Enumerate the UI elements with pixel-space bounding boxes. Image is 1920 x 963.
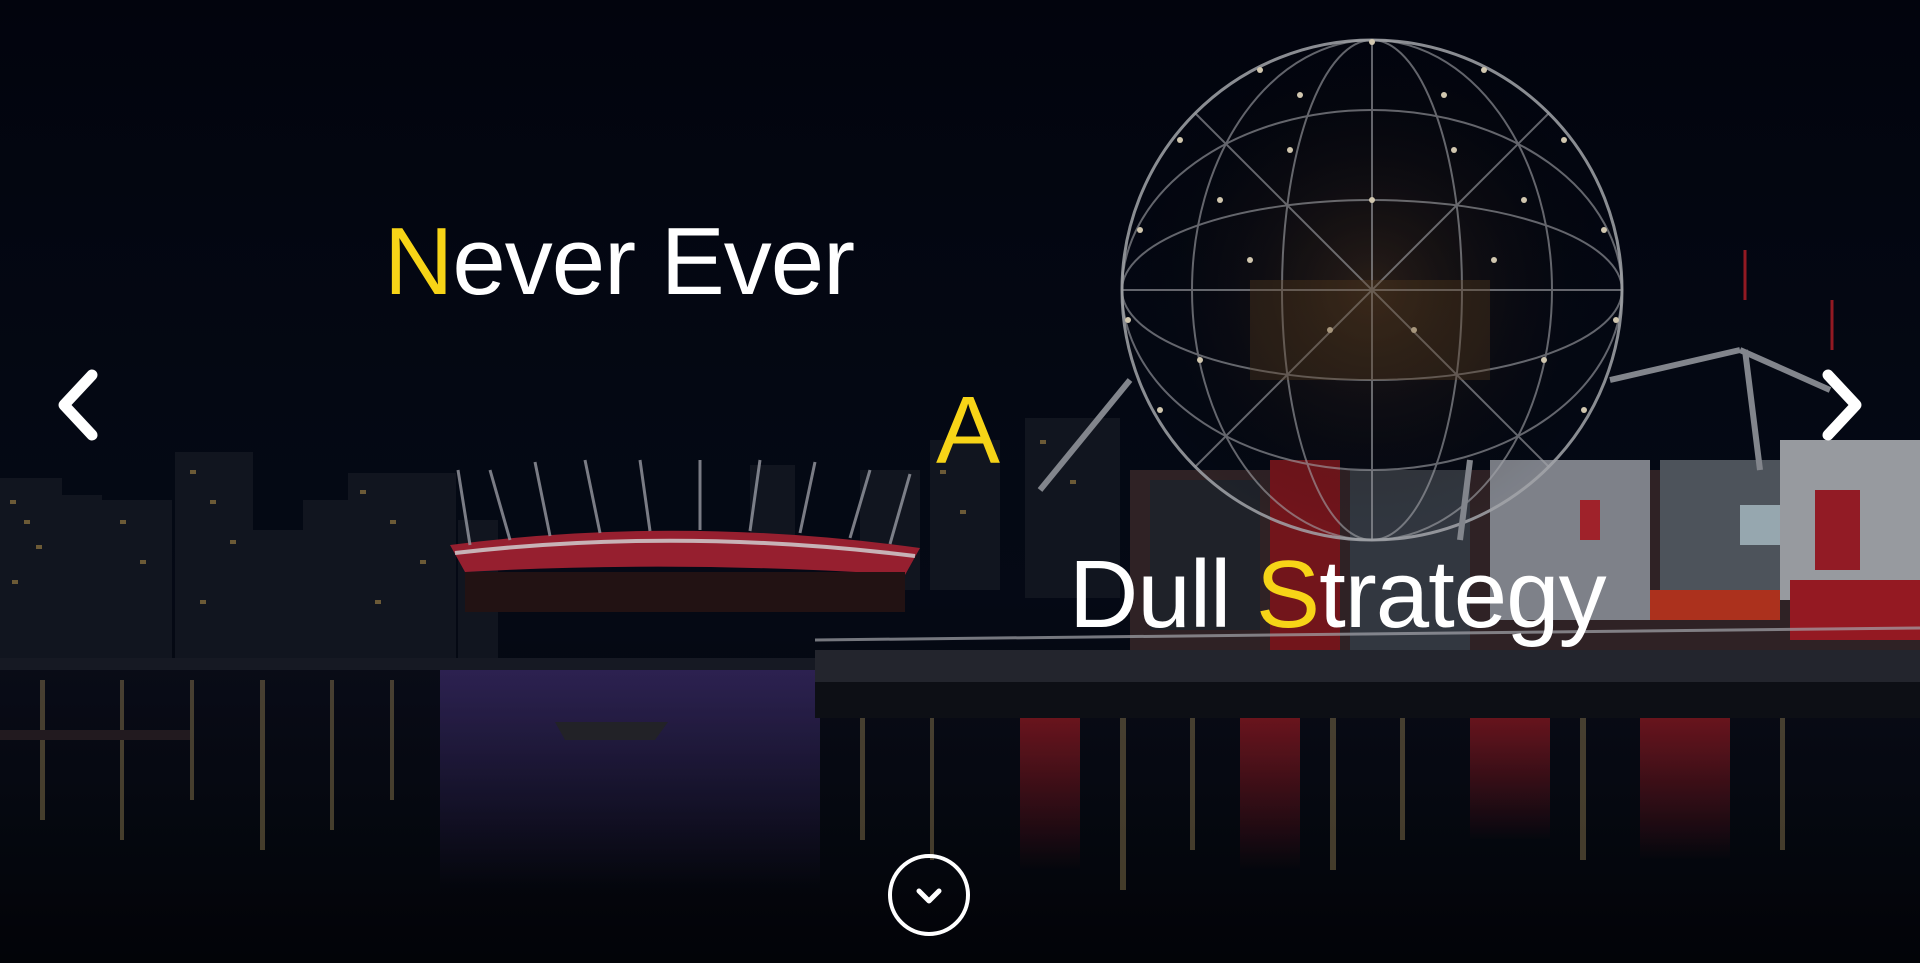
hero-slider: Never Ever A Dull Strategy xyxy=(0,0,1920,963)
next-slide-button[interactable] xyxy=(1810,365,1870,445)
headline-text: Dull xyxy=(1069,541,1257,648)
headline-line-1: Never Ever xyxy=(384,214,855,310)
chevron-left-icon xyxy=(58,369,98,441)
headline-accent-letter: S xyxy=(1256,541,1320,648)
previous-slide-button[interactable] xyxy=(50,365,110,445)
chevron-right-icon xyxy=(1822,369,1862,441)
headline-accent-letter: N xyxy=(384,208,453,315)
headline-accent-letter: A xyxy=(936,377,1000,484)
scroll-down-button[interactable] xyxy=(888,854,970,936)
headline-text: ever Ever xyxy=(452,208,855,315)
headline-text: trategy xyxy=(1319,541,1606,648)
headline-line-2: A xyxy=(936,383,1000,479)
headline-line-3: Dull Strategy xyxy=(1069,547,1607,643)
chevron-down-icon xyxy=(916,888,942,904)
